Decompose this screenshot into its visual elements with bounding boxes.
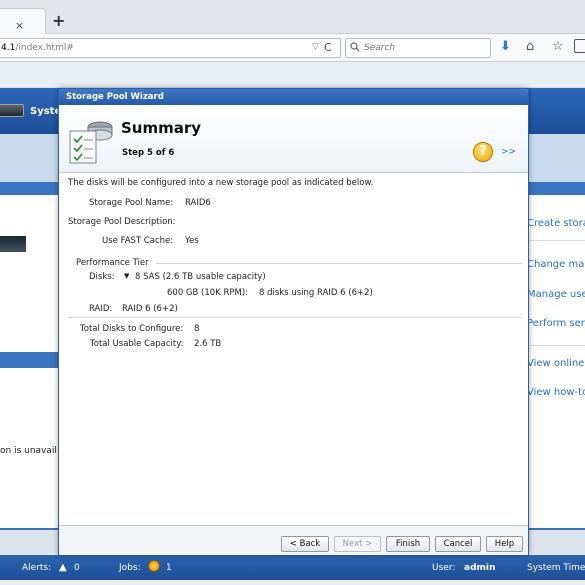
url-history-dropdown-icon[interactable]: ▽ xyxy=(312,42,319,52)
new-tab-icon[interactable]: + xyxy=(52,13,65,29)
alerts-label: Alerts: xyxy=(22,563,52,573)
divider xyxy=(156,263,522,264)
raid-value: RAID 6 (6+2) xyxy=(122,304,178,314)
server-icon xyxy=(0,104,24,117)
window-bottom-edge xyxy=(0,580,585,585)
next-button: Next > xyxy=(334,536,381,552)
browser-nav-bar: 4.1/index.html# ▽ C Search ⬇ ⌂ ☆ xyxy=(0,34,585,62)
jobs-label: Jobs: xyxy=(119,563,141,573)
collapse-triangle-icon[interactable]: ▼ xyxy=(124,272,129,280)
dialog-title: Storage Pool Wizard xyxy=(66,92,164,102)
wizard-summary-body: The disks will be configured into a new … xyxy=(59,173,528,525)
home-icon[interactable]: ⌂ xyxy=(526,40,534,54)
wizard-step-indicator: Step 5 of 6 xyxy=(122,148,175,158)
wizard-header: Summary Step 5 of 6 ? >> xyxy=(59,105,528,173)
task-link-manage-users[interactable]: Manage user xyxy=(527,289,585,300)
pool-description-label: Storage Pool Description: xyxy=(68,217,176,227)
total-disks-value: 8 xyxy=(194,324,200,334)
user-name[interactable]: admin xyxy=(464,563,495,573)
left-panel-header xyxy=(0,352,58,368)
disks-label: Disks: xyxy=(89,272,115,282)
search-placeholder: Search xyxy=(364,43,396,53)
total-capacity-value: 2.6 TB xyxy=(194,339,222,349)
fast-cache-label: Use FAST Cache: xyxy=(102,236,174,246)
task-link-change[interactable]: Change man xyxy=(527,259,585,270)
dialog-title-bar[interactable]: Storage Pool Wizard xyxy=(59,89,528,105)
reload-icon[interactable]: C xyxy=(324,41,332,54)
raid-label: RAID: xyxy=(89,304,113,314)
star-icon[interactable]: ☆ xyxy=(552,40,564,54)
help-icon[interactable]: ? xyxy=(473,142,493,162)
pool-name-value: RAID6 xyxy=(185,198,211,208)
alerts-count[interactable]: 0 xyxy=(74,563,80,573)
app-title: Syste xyxy=(30,106,62,117)
search-bar[interactable]: Search xyxy=(345,38,491,58)
jobs-gear-icon[interactable] xyxy=(148,560,160,572)
help-button[interactable]: Help xyxy=(486,536,523,552)
alert-bell-icon[interactable]: ▲ xyxy=(59,562,67,573)
download-icon[interactable]: ⬇ xyxy=(500,40,511,54)
url-host: 4.1 xyxy=(1,43,16,53)
task-link-create-storage[interactable]: Create stora xyxy=(527,218,585,229)
divider xyxy=(68,317,522,318)
status-bar: Alerts: ▲ 0 Jobs: 1 User: admin System T… xyxy=(0,555,585,580)
storage-pool-wizard-dialog: Storage Pool Wizard Summary Step 5 of 6 … xyxy=(58,88,529,555)
left-panel-message: on is unavail xyxy=(0,446,57,456)
disk-type: 600 GB (10K RPM): xyxy=(167,288,248,298)
expand-steps-link[interactable]: >> xyxy=(501,147,516,157)
browser-tab-bar: × + xyxy=(0,0,585,35)
jobs-count[interactable]: 1 xyxy=(166,563,172,573)
task-link-view-howto[interactable]: View how-to xyxy=(527,387,585,398)
wizard-button-bar: < Back Next > Finish Cancel Help xyxy=(59,525,528,555)
cancel-button[interactable]: Cancel xyxy=(435,536,481,552)
url-text: 4.1/index.html# xyxy=(1,43,74,53)
url-bar[interactable]: 4.1/index.html# ▽ C xyxy=(0,38,341,58)
total-capacity-label: Total Usable Capacity: xyxy=(90,339,184,349)
back-button[interactable]: < Back xyxy=(281,536,329,552)
search-icon xyxy=(350,42,360,52)
performance-tier-legend: Performance Tier xyxy=(76,258,149,268)
task-links-panel: Create stora Change man Manage user Perf… xyxy=(527,195,585,528)
system-thumbnail xyxy=(0,236,26,252)
wizard-heading: Summary xyxy=(121,119,202,137)
browser-tab[interactable]: × xyxy=(0,8,46,35)
total-disks-label: Total Disks to Configure: xyxy=(80,324,184,334)
user-label: User: xyxy=(432,563,456,573)
bookmarks-icon[interactable] xyxy=(574,39,585,53)
divider xyxy=(527,345,585,346)
page-strip xyxy=(0,62,585,88)
disks-summary: 8 SAS (2.6 TB usable capacity) xyxy=(135,272,266,282)
finish-button[interactable]: Finish xyxy=(386,536,430,552)
pool-name-label: Storage Pool Name: xyxy=(89,198,174,208)
task-link-view-online[interactable]: View online d xyxy=(527,358,585,369)
task-link-perform-service[interactable]: Perform serv xyxy=(527,318,585,329)
disk-raid-detail: 8 disks using RAID 6 (6+2) xyxy=(259,288,373,298)
fast-cache-value: Yes xyxy=(185,236,199,246)
url-path: /index.html# xyxy=(15,43,74,53)
checklist-disk-icon xyxy=(69,121,113,164)
divider xyxy=(527,240,585,241)
close-tab-icon[interactable]: × xyxy=(15,20,24,32)
system-time-label: System Time: xyxy=(527,563,585,573)
summary-intro-text: The disks will be configured into a new … xyxy=(68,178,374,188)
